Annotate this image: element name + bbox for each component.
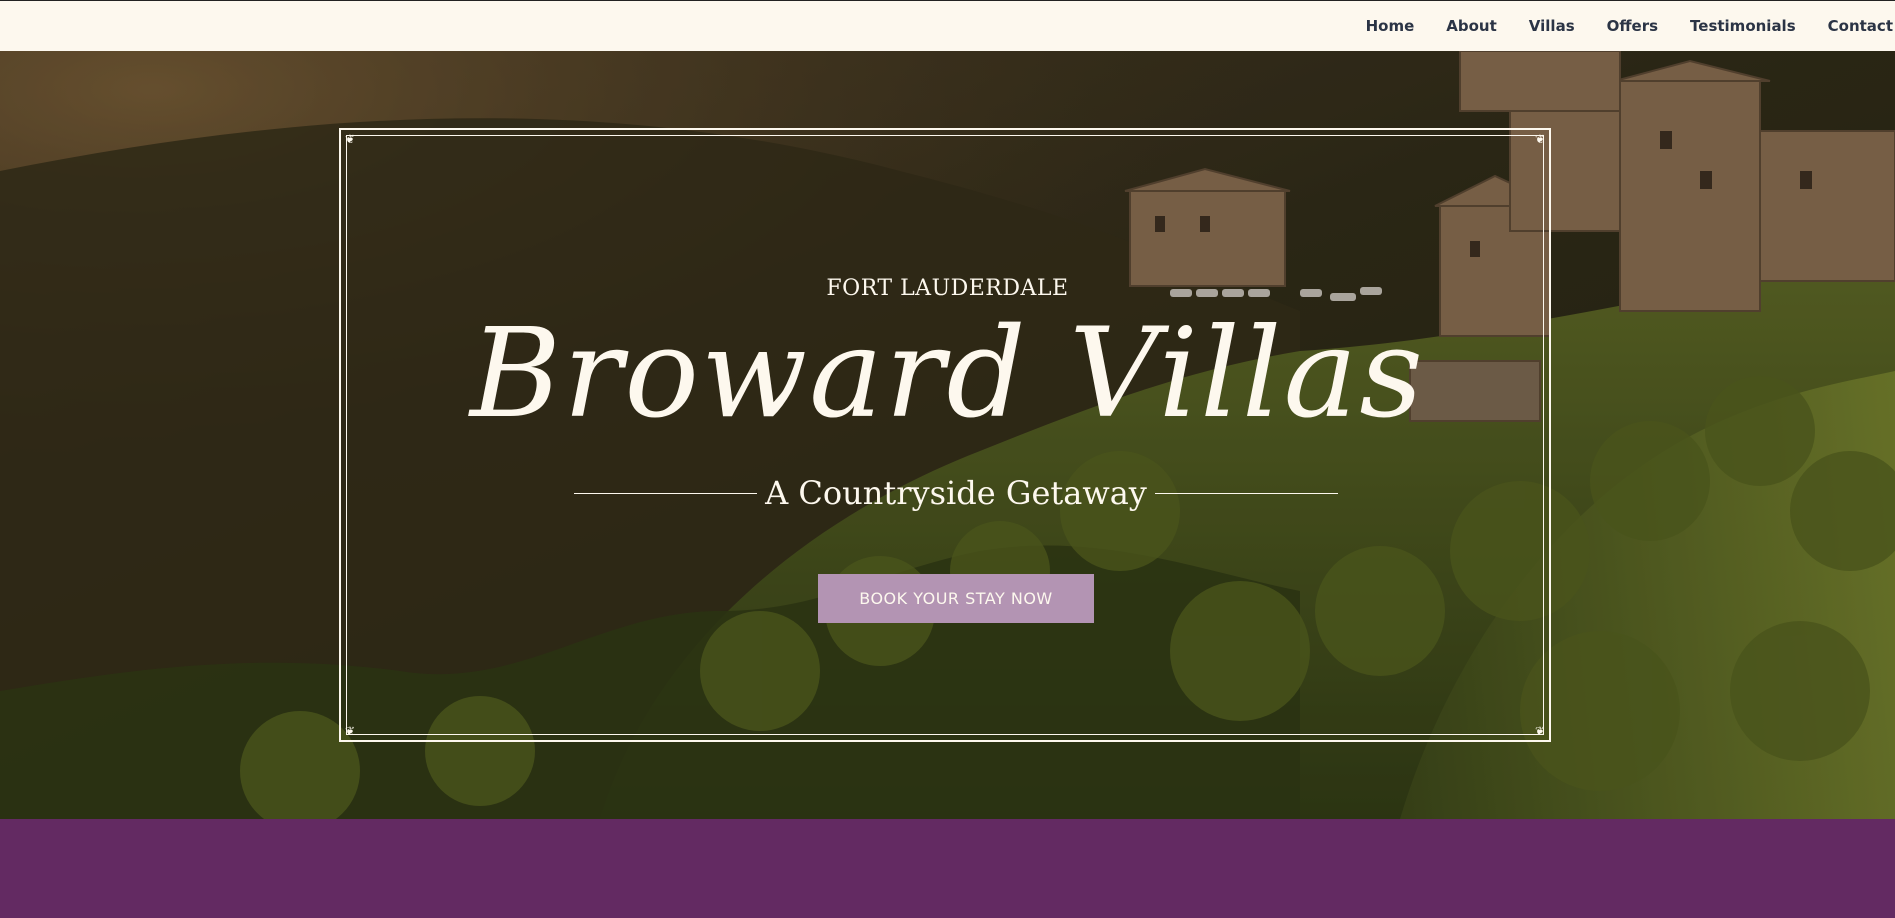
- hero-title: Broward Villas: [469, 302, 1426, 446]
- ornament-bottom-left-icon: ❦: [344, 724, 356, 738]
- ornament-top-left-icon: ❦: [344, 132, 356, 146]
- nav-link-home[interactable]: Home: [1366, 17, 1415, 35]
- subtitle-divider-right: [1155, 493, 1338, 494]
- nav-item-testimonials: Testimonials: [1690, 17, 1796, 36]
- nav-item-villas: Villas: [1529, 17, 1575, 36]
- ornament-top-right-icon: ❦: [1534, 132, 1546, 146]
- nav-item-about: About: [1446, 17, 1497, 36]
- nav-link-about[interactable]: About: [1446, 17, 1497, 35]
- top-navigation-bar: Home About Villas Offers Testimonials Co…: [0, 0, 1895, 51]
- nav-link-contact[interactable]: Contact: [1828, 17, 1893, 35]
- ornament-bottom-right-icon: ❦: [1534, 724, 1546, 738]
- hero-location: FORT LAUDERDALE: [826, 276, 1069, 301]
- nav-menu: Home About Villas Offers Testimonials Co…: [1334, 1, 1895, 52]
- subtitle-divider-left: [574, 493, 757, 494]
- nav-link-offers[interactable]: Offers: [1607, 17, 1658, 35]
- nav-item-home: Home: [1366, 17, 1415, 36]
- nav-item-contact: Contact: [1828, 17, 1893, 36]
- book-your-stay-button[interactable]: BOOK YOUR STAY NOW: [818, 574, 1094, 623]
- hero-subtitle: A Countryside Getaway: [765, 474, 1147, 512]
- nav-link-villas[interactable]: Villas: [1529, 17, 1575, 35]
- nav-link-testimonials[interactable]: Testimonials: [1690, 17, 1796, 35]
- nav-item-offers: Offers: [1607, 17, 1658, 36]
- hero-section: ❦ ❦ ❦ ❦ FORT LAUDERDALE Broward Villas A…: [0, 51, 1895, 819]
- hero-subtitle-row: A Countryside Getaway: [0, 471, 1895, 515]
- purple-section-band: [0, 819, 1895, 918]
